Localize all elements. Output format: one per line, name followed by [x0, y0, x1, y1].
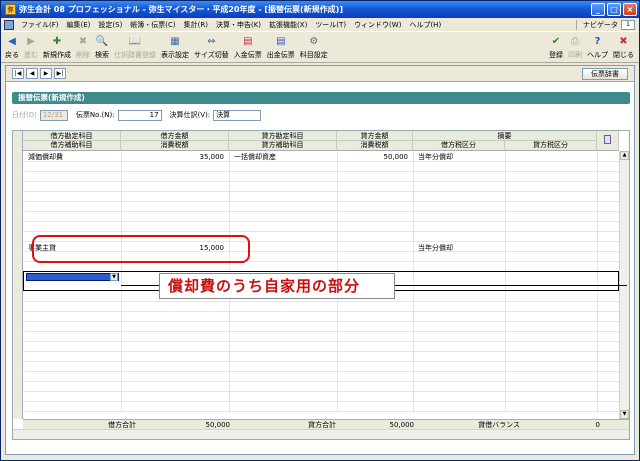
- check-icon: ✔: [551, 36, 561, 47]
- title-bar[interactable]: 弥 弥生会計 08 プロフェッショナル - 弥生マイスター・平成20年度 - […: [1, 1, 639, 18]
- closing-entry-select[interactable]: 決算: [213, 109, 262, 121]
- menu-bar: ファイル(F) 編集(E) 設定(S) 帳簿・伝票(C) 集計(R) 決算・申告…: [1, 18, 639, 32]
- navigator-label: ナビゲータ: [583, 20, 618, 29]
- close-window-button[interactable]: ×: [623, 3, 637, 16]
- gear-icon: ⚙: [309, 36, 319, 47]
- highlight-box: [32, 235, 250, 263]
- help-button[interactable]: ? ヘルプ: [587, 35, 608, 62]
- annotation-callout: 償却費のうち自家用の部分: [159, 273, 395, 299]
- closing-entry-label: 決算仕訳(V):: [169, 111, 211, 119]
- menu-window[interactable]: ウィンドウ(W): [350, 20, 405, 30]
- status-bar: [5, 453, 635, 459]
- size-toggle-button[interactable]: ⇔ サイズ切替: [194, 35, 229, 62]
- menu-books[interactable]: 帳簿・伝票(C): [126, 20, 179, 30]
- app-window: 弥 弥生会計 08 プロフェッショナル - 弥生マイスター・平成20年度 - […: [0, 0, 640, 461]
- first-record-button[interactable]: |◀: [12, 68, 24, 79]
- header-debit-account: 借方勘定科目 借方補助科目: [23, 131, 121, 151]
- row1-credit-account[interactable]: 一括償却資産: [231, 152, 335, 162]
- maximize-button[interactable]: □: [607, 3, 621, 16]
- resize-icon: ⇔: [207, 36, 216, 47]
- menu-edit[interactable]: 編集(E): [63, 20, 95, 30]
- toolbar-right-group: ✔ 登録 ⎙ 印刷 ? ヘルプ ✖ 閉じる: [549, 35, 639, 62]
- register-button[interactable]: ✔ 登録: [549, 35, 563, 62]
- app-icon: 弥: [5, 4, 16, 15]
- navigator-control[interactable]: ナビゲータ 1: [576, 19, 635, 30]
- menu-help[interactable]: ヘルプ(H): [405, 20, 445, 30]
- grid-icon: ▦: [170, 36, 180, 47]
- callout-leader-left: [121, 285, 159, 286]
- help-icon: ?: [594, 36, 601, 47]
- toolbar: ◀ 戻る ▶ 進む ✚ 新規作成 ✖ 削除 🔍 検索 📖 仕訳辞書登録 ▦ 表示設定 ⇔ サイズ…: [1, 33, 639, 63]
- deposit-slip-button[interactable]: ▤ 入金伝票: [234, 35, 262, 62]
- deposit-slip-icon: ▤: [243, 36, 253, 47]
- menu-settings[interactable]: 設定(S): [94, 20, 126, 30]
- printer-icon: ⎙: [571, 36, 579, 47]
- header-credit-account: 貸方勘定科目 貸方補助科目: [229, 131, 337, 151]
- date-label: 日付(D): [12, 111, 37, 119]
- row-header-column: [13, 131, 23, 419]
- navigator-select[interactable]: 1: [621, 19, 635, 30]
- payment-slip-button[interactable]: ▤ 出金伝票: [267, 35, 295, 62]
- header-memo: 摘要 借方税区分 貸方税区分: [413, 131, 597, 151]
- header-debit-amount: 借方金額 消費税額: [121, 131, 229, 151]
- close-icon: ✖: [619, 36, 628, 47]
- new-button[interactable]: ✚ 新規作成: [43, 35, 71, 62]
- last-record-button[interactable]: ▶|: [54, 68, 66, 79]
- note-icon[interactable]: [604, 135, 611, 144]
- previous-record-button[interactable]: ◀: [26, 68, 38, 79]
- menu-file[interactable]: ファイル(F): [17, 20, 63, 30]
- date-field[interactable]: 12/31: [39, 109, 68, 121]
- search-icon: 🔍: [95, 36, 109, 47]
- horizontal-scrollbar[interactable]: [13, 429, 629, 439]
- book-icon: 📖: [128, 36, 142, 47]
- window-title: 弥生会計 08 プロフェッショナル - 弥生マイスター・平成20年度 - [振替…: [19, 5, 343, 14]
- row2-memo[interactable]: 当年分償却: [415, 243, 595, 253]
- menu-extensions[interactable]: 拡張機能(X): [265, 20, 311, 30]
- row1-debit-account[interactable]: 減価償却費: [25, 152, 119, 162]
- account-settings-button[interactable]: ⚙ 科目設定: [300, 35, 328, 62]
- slip-header: 日付(D) 12/31 伝票No.(N): 17 決算仕訳(V): 決算: [12, 108, 630, 122]
- header-credit-amount: 貸方金額 消費税額: [337, 131, 413, 151]
- menu-tools[interactable]: ツール(T): [311, 20, 350, 30]
- forward-arrow-icon: ▶: [27, 36, 35, 47]
- close-button[interactable]: ✖ 閉じる: [613, 35, 634, 62]
- page-title: 振替伝票(新規作成): [12, 92, 630, 104]
- slip-no-label: 伝票No.(N):: [75, 111, 115, 119]
- row1-credit-amount[interactable]: 50,000: [339, 152, 411, 162]
- next-record-button[interactable]: ▶: [40, 68, 52, 79]
- print-button[interactable]: ⎙ 印刷: [568, 35, 582, 62]
- scroll-up-icon[interactable]: ▲: [620, 151, 629, 160]
- delete-icon: ✖: [78, 36, 88, 47]
- callout-leader-right: [395, 285, 627, 286]
- slip-window: |◀ ◀ ▶ ▶| 伝票辞書 振替伝票(新規作成) 日付(D) 12/31 伝票…: [5, 65, 635, 455]
- minimize-button[interactable]: _: [591, 3, 605, 16]
- row1-memo[interactable]: 当年分償却: [415, 152, 595, 162]
- forward-button[interactable]: ▶ 進む: [24, 35, 38, 62]
- new-document-icon: ✚: [52, 36, 62, 47]
- slip-no-field[interactable]: 17: [117, 109, 162, 121]
- document-icon[interactable]: [4, 19, 14, 30]
- record-navigator: |◀ ◀ ▶ ▶| 伝票辞書: [6, 66, 634, 82]
- journal-grid: 借方勘定科目 借方補助科目 借方金額 消費税額 貸方勘定科目 貸方補助科目 貸方金額消…: [12, 130, 630, 440]
- scroll-down-icon[interactable]: ▼: [620, 410, 629, 419]
- search-button[interactable]: 🔍 検索: [95, 35, 109, 62]
- account-select-cell[interactable]: ▼: [26, 273, 119, 281]
- delete-button[interactable]: ✖ 削除: [76, 35, 90, 62]
- back-arrow-icon: ◀: [8, 36, 16, 47]
- totals-footer: 借方合計 50,000 貸方合計 50,000 貸借バランス 0: [23, 419, 629, 429]
- menu-summary[interactable]: 集計(R): [180, 20, 212, 30]
- menu-closing[interactable]: 決算・申告(K): [212, 20, 265, 30]
- slip-dictionary-button[interactable]: 伝票辞書: [582, 67, 628, 80]
- row1-debit-amount[interactable]: 35,000: [123, 152, 227, 162]
- dictionary-register-button[interactable]: 📖 仕訳辞書登録: [114, 35, 156, 62]
- header-options[interactable]: [597, 131, 619, 151]
- display-settings-button[interactable]: ▦ 表示設定: [161, 35, 189, 62]
- payment-slip-icon: ▤: [276, 36, 286, 47]
- back-button[interactable]: ◀ 戻る: [5, 35, 19, 62]
- chevron-down-icon[interactable]: ▼: [110, 273, 118, 281]
